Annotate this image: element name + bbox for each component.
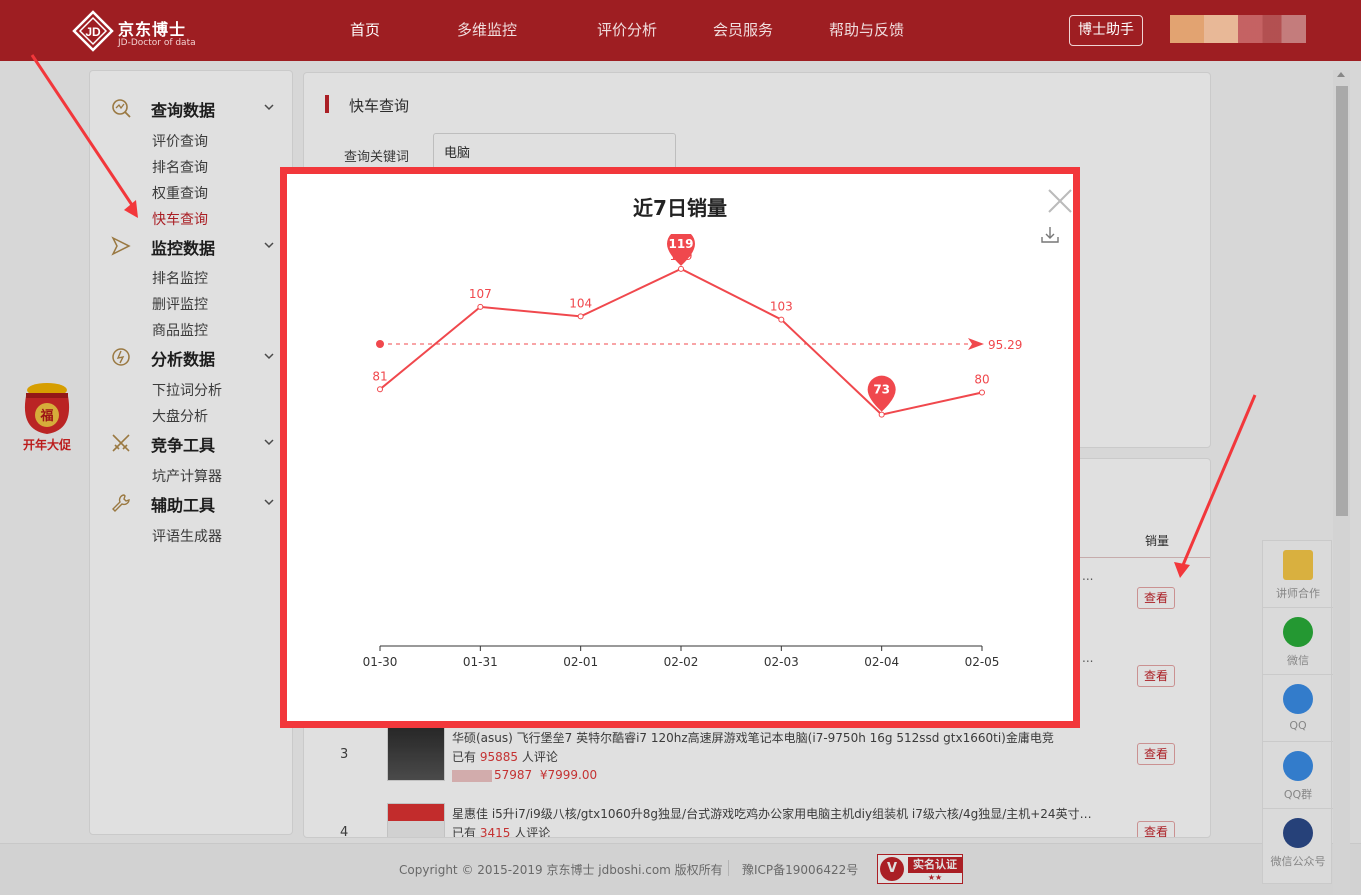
- data-label: 104: [569, 296, 592, 310]
- sales-line-chart: 01-30 01-31 02-01 02-02 02-03 02-04 02-05 95.29…: [363, 234, 1022, 669]
- data-label: 80: [974, 372, 989, 386]
- x-tick-label: 02-05: [965, 655, 1000, 669]
- data-label: 103: [770, 300, 793, 314]
- data-label: 107: [469, 287, 492, 301]
- svg-text:JD: JD: [85, 25, 101, 39]
- nav-member-service[interactable]: 会员服务: [713, 0, 773, 61]
- x-tick-label: 01-30: [363, 655, 398, 669]
- user-account-blurred[interactable]: [1170, 15, 1306, 43]
- nav-home[interactable]: 首页: [350, 0, 380, 61]
- x-tick-label: 02-04: [864, 655, 899, 669]
- x-tick-label: 02-01: [563, 655, 598, 669]
- data-point: [377, 386, 383, 393]
- nav-review-analysis[interactable]: 评价分析: [597, 0, 657, 61]
- site-logo[interactable]: JD 京东博士 JD-Doctor of data: [72, 10, 202, 52]
- x-tick-label: 01-31: [463, 655, 498, 669]
- data-point: [778, 316, 785, 323]
- average-arrow-icon: [968, 338, 984, 351]
- logo-title: 京东博士: [118, 20, 187, 39]
- average-start-dot: [376, 340, 384, 349]
- jd-doctor-logo-icon: JD: [72, 10, 114, 52]
- min-marker-label: 73: [873, 383, 890, 397]
- nav-help-feedback[interactable]: 帮助与反馈: [829, 0, 904, 61]
- close-icon[interactable]: [1047, 188, 1073, 214]
- data-label: 81: [372, 369, 387, 383]
- sales-chart-modal: 近7日销量 01-30 01-31 02-01 02-02 02-03 02-04 02-0…: [280, 167, 1080, 728]
- data-point: [979, 389, 985, 396]
- data-point: [678, 265, 684, 272]
- data-point: [878, 411, 885, 418]
- data-point: [477, 303, 484, 310]
- x-tick-label: 02-03: [764, 655, 799, 669]
- assistant-button[interactable]: 博士助手: [1069, 15, 1143, 46]
- max-marker-label: 119: [668, 237, 693, 251]
- nav-monitor[interactable]: 多维监控: [457, 0, 517, 61]
- logo-subtitle: JD-Doctor of data: [118, 38, 196, 48]
- modal-title: 近7日销量: [633, 196, 727, 220]
- top-header: JD 京东博士 JD-Doctor of data 首页 多维监控 评价分析 会…: [0, 0, 1361, 61]
- x-tick-label: 02-02: [664, 655, 699, 669]
- data-point: [577, 313, 584, 320]
- average-label: 95.29: [988, 338, 1022, 352]
